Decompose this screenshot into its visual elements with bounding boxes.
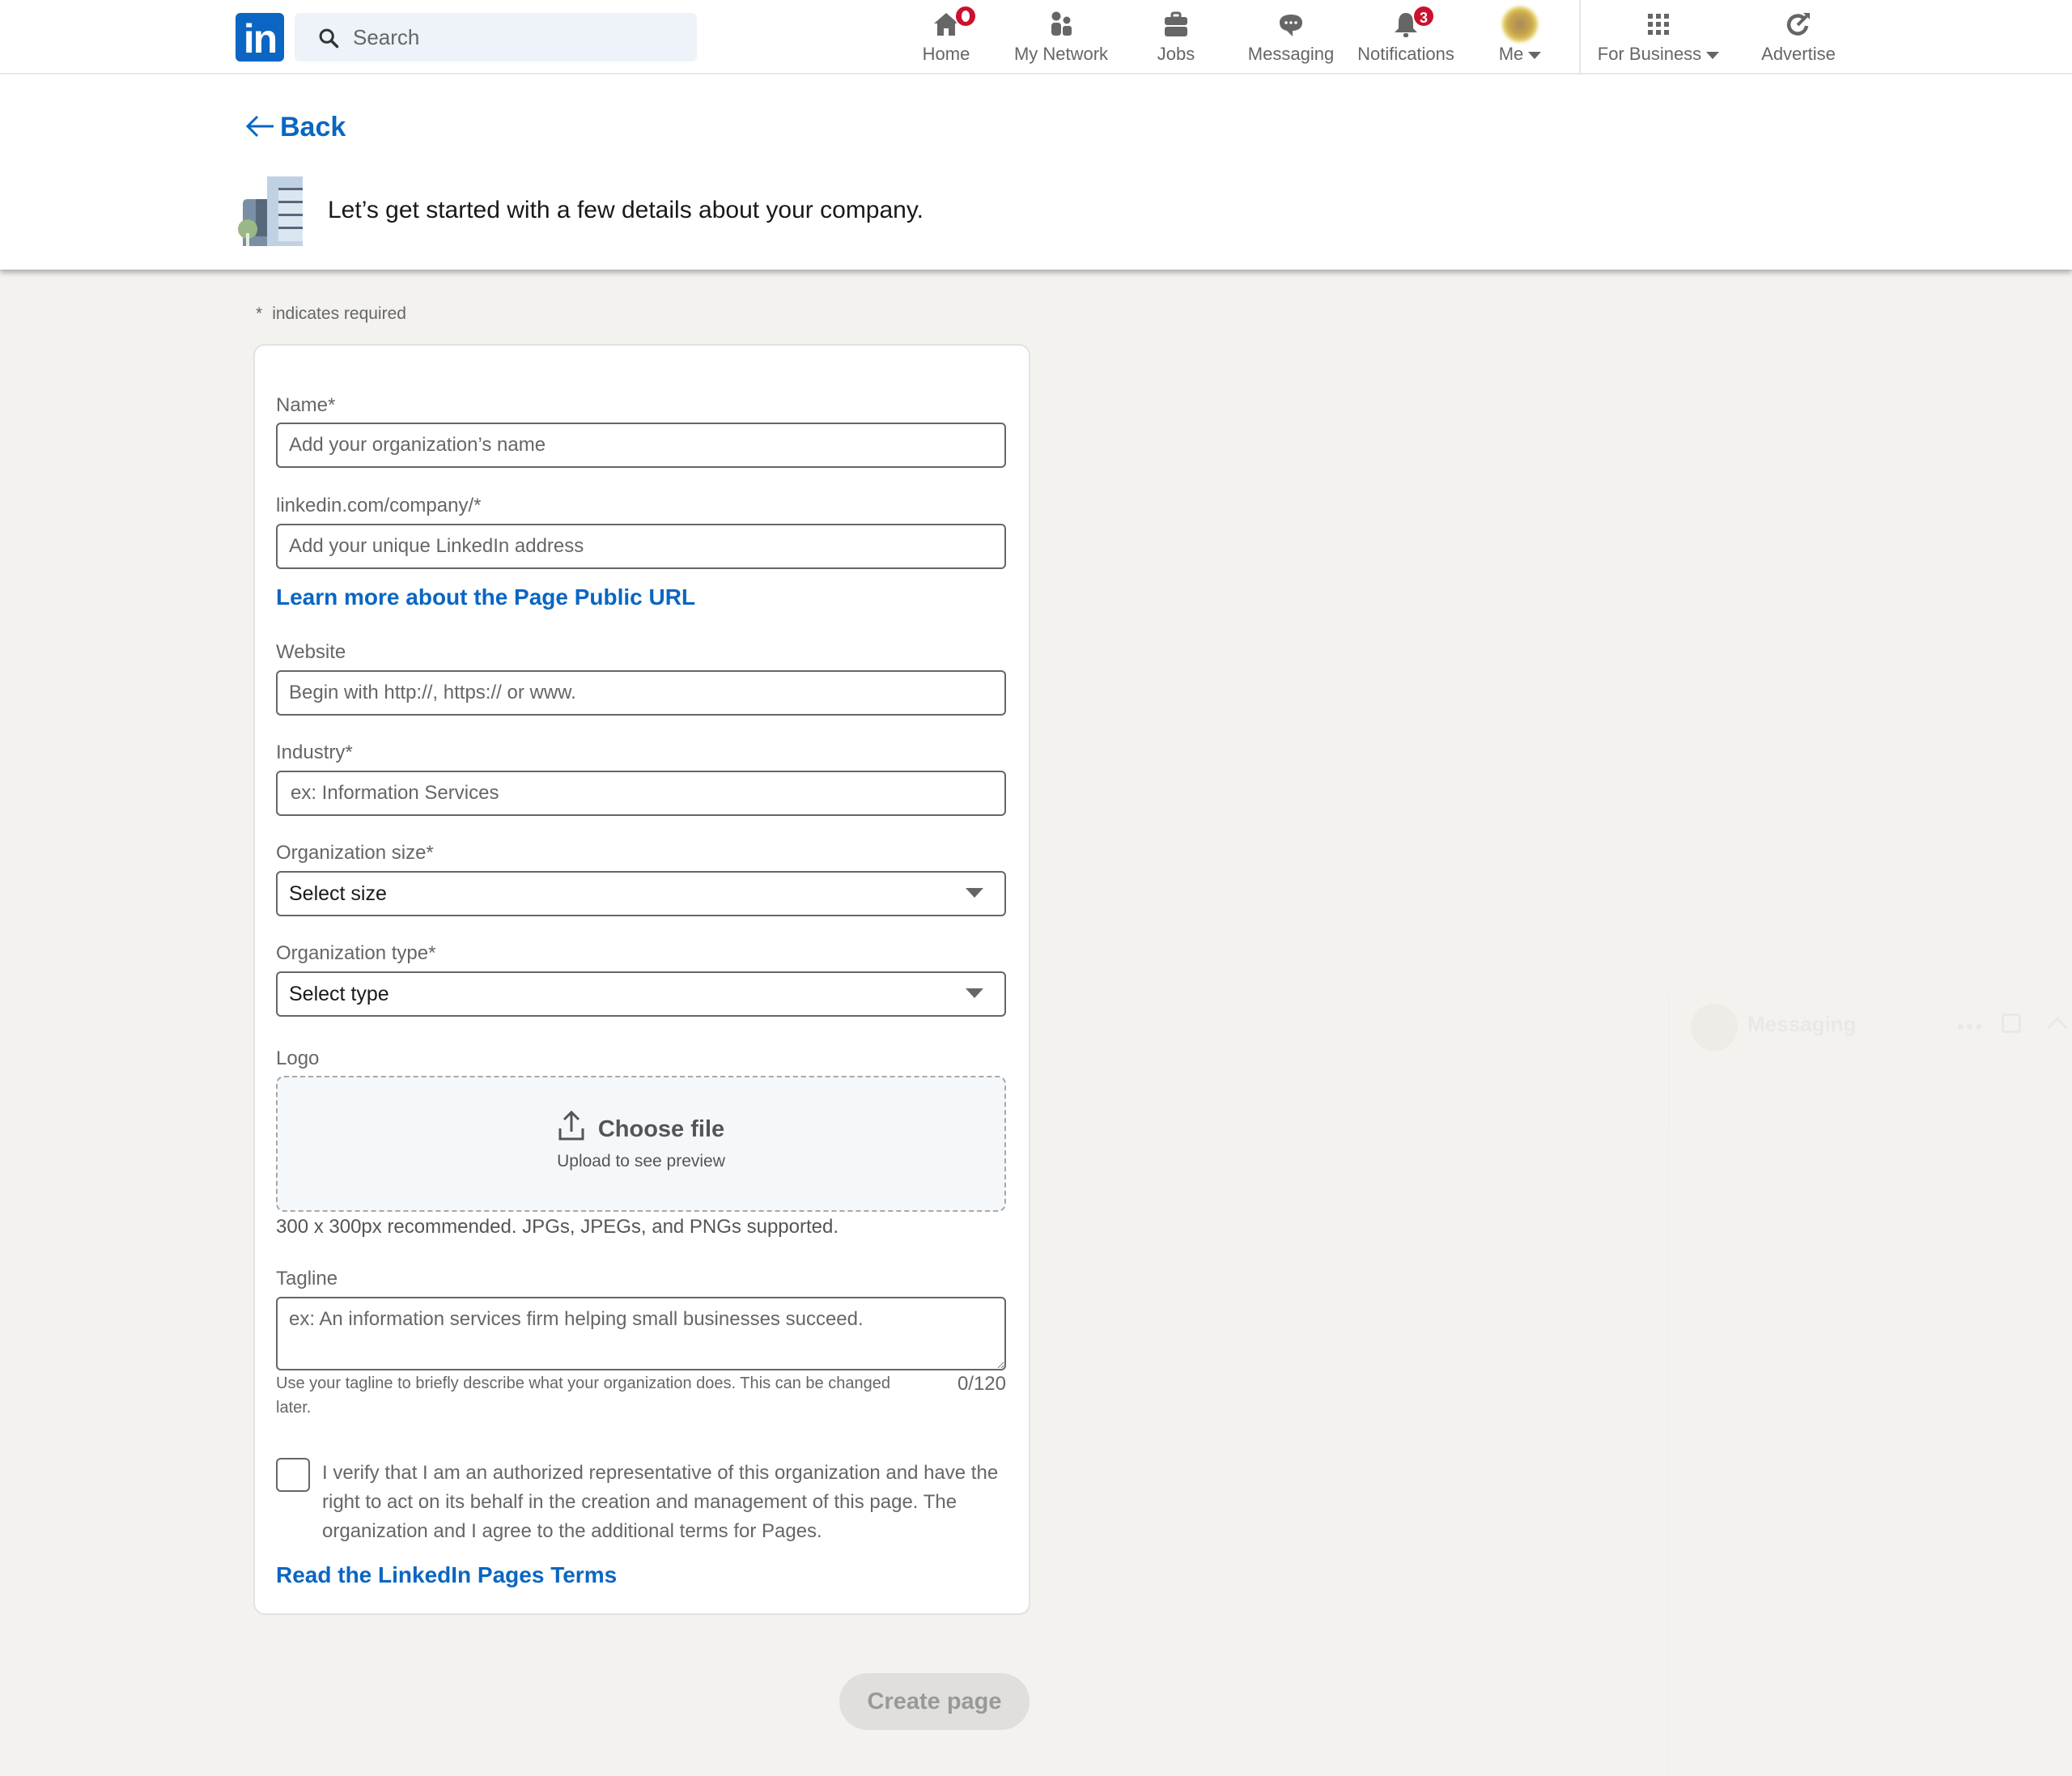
nav-divider xyxy=(1579,0,1581,74)
tagline-label: Tagline xyxy=(276,1268,338,1290)
nav-notifications[interactable]: 3 Notifications xyxy=(1349,0,1463,74)
org-size-selected: Select size xyxy=(289,882,387,905)
briefcase-icon xyxy=(1165,11,1187,36)
search-input[interactable]: Search xyxy=(353,13,419,62)
chevron-up-icon[interactable] xyxy=(2047,1017,2068,1038)
people-icon xyxy=(1051,11,1072,36)
back-button[interactable]: Back xyxy=(244,108,346,146)
nav-advertise[interactable]: Advertise xyxy=(1742,0,1855,74)
industry-input[interactable] xyxy=(276,771,1006,816)
page-header: Back Let’s get started with a few detail… xyxy=(0,74,2072,270)
nav-home[interactable]: Home xyxy=(890,0,1003,74)
nav-my-network[interactable]: My Network xyxy=(1004,0,1118,74)
nav-home-label: Home xyxy=(922,44,970,64)
name-label: Name* xyxy=(276,394,336,416)
name-input[interactable] xyxy=(276,423,1006,468)
page-title: Let’s get started with a few details abo… xyxy=(328,197,923,223)
choose-file-button[interactable]: Choose file xyxy=(278,1111,1004,1145)
nav-notifications-label: Notifications xyxy=(1357,44,1454,64)
required-note: * indicates required xyxy=(256,304,406,324)
search-bar[interactable]: Search xyxy=(295,13,697,62)
chevron-down-icon xyxy=(966,988,983,998)
messaging-avatar xyxy=(1691,1004,1738,1051)
arrow-left-icon xyxy=(245,115,274,138)
upload-icon xyxy=(558,1111,584,1141)
required-star: * xyxy=(256,304,263,323)
compose-icon[interactable] xyxy=(2002,1013,2021,1033)
verify-text: I verify that I am an authorized represe… xyxy=(322,1462,999,1542)
org-type-selected: Select type xyxy=(289,983,389,1005)
nav-jobs-label: Jobs xyxy=(1157,44,1195,64)
org-type-select[interactable]: Select type xyxy=(276,971,1006,1017)
create-page-button[interactable]: Create page xyxy=(839,1673,1030,1730)
tagline-help-text: Use your tagline to briefly describe wha… xyxy=(276,1374,890,1417)
nav-me[interactable]: Me xyxy=(1463,0,1577,74)
linkedin-logo[interactable]: in xyxy=(236,13,284,62)
grid-icon xyxy=(1648,14,1669,35)
public-url-label: linkedin.com/company/* xyxy=(276,495,482,516)
more-options-icon[interactable]: ••• xyxy=(1957,1016,1984,1037)
website-label: Website xyxy=(276,641,346,663)
required-note-text: indicates required xyxy=(272,304,406,323)
industry-label: Industry* xyxy=(276,741,353,763)
learn-more-public-url-link[interactable]: Learn more about the Page Public URL xyxy=(276,584,695,611)
target-arrow-icon xyxy=(1786,13,1810,36)
search-icon xyxy=(319,28,339,49)
nav-advertise-label: Advertise xyxy=(1761,44,1836,64)
building-illustration-icon xyxy=(238,176,303,246)
nav-for-business[interactable]: For Business xyxy=(1590,0,1727,74)
tagline-textarea[interactable] xyxy=(276,1297,1006,1370)
back-label: Back xyxy=(280,112,346,142)
logo-upload-dropzone[interactable]: Choose file Upload to see preview xyxy=(276,1076,1006,1212)
org-size-select[interactable]: Select size xyxy=(276,871,1006,916)
nav-messaging[interactable]: Messaging xyxy=(1234,0,1348,74)
tagline-char-counter: 0/120 xyxy=(957,1373,1006,1395)
verify-checkbox[interactable] xyxy=(276,1458,310,1492)
org-size-label: Organization size* xyxy=(276,842,434,864)
nav-for-business-label: For Business xyxy=(1590,44,1727,65)
chat-bubble-icon xyxy=(1280,15,1302,36)
upload-hint: Upload to see preview xyxy=(557,1152,725,1171)
global-nav: in Search Home My Network Jobs Messaging… xyxy=(0,0,2072,74)
org-type-label: Organization type* xyxy=(276,942,436,964)
avatar xyxy=(1502,6,1538,42)
chevron-down-icon xyxy=(966,888,983,898)
nav-me-label: Me xyxy=(1463,44,1577,65)
chevron-down-icon xyxy=(1528,51,1542,59)
nav-jobs[interactable]: Jobs xyxy=(1119,0,1233,74)
logo-label: Logo xyxy=(276,1047,320,1069)
website-input[interactable] xyxy=(276,670,1006,716)
nav-my-network-label: My Network xyxy=(1013,44,1109,64)
messaging-overlay[interactable]: Messaging ••• xyxy=(1668,994,2072,1776)
messaging-title: Messaging xyxy=(1747,1012,1857,1036)
chevron-down-icon xyxy=(1706,51,1720,59)
public-url-input[interactable] xyxy=(276,524,1006,569)
notifications-badge: 3 xyxy=(1412,5,1435,28)
home-notification-dot xyxy=(954,5,977,28)
nav-messaging-label: Messaging xyxy=(1247,44,1335,64)
logo-help-text: 300 x 300px recommended. JPGs, JPEGs, an… xyxy=(276,1216,839,1238)
pages-terms-link[interactable]: Read the LinkedIn Pages Terms xyxy=(276,1561,617,1589)
choose-file-label: Choose file xyxy=(597,1116,725,1142)
